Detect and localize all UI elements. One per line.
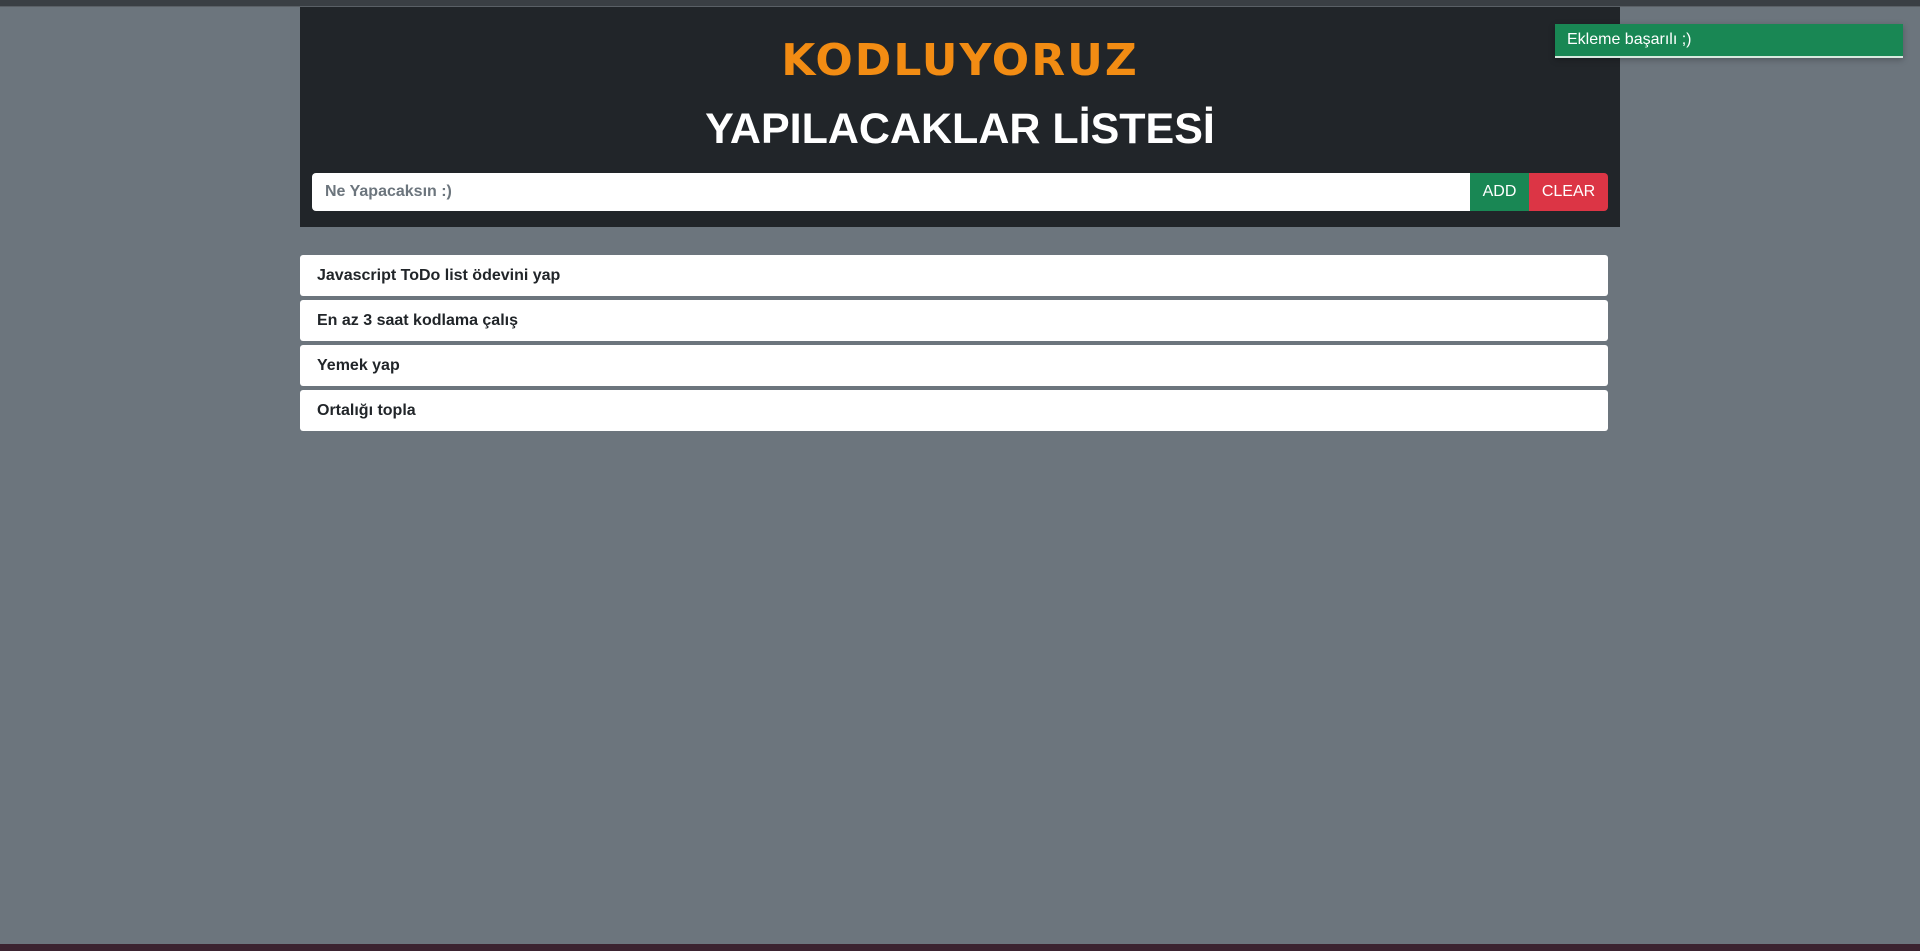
- bottom-strip: [0, 944, 1920, 951]
- task-list: Javascript ToDo list ödevini yap En az 3…: [300, 255, 1608, 435]
- page-title: YAPILACAKLAR LİSTESİ: [705, 105, 1215, 153]
- toast-message: Ekleme başarılı ;): [1567, 31, 1692, 48]
- task-item[interactable]: Ortalığı topla: [300, 390, 1608, 431]
- success-toast[interactable]: Ekleme başarılı ;): [1555, 24, 1903, 58]
- add-task-form: ADD CLEAR: [312, 173, 1608, 211]
- task-item[interactable]: En az 3 saat kodlama çalış: [300, 300, 1608, 341]
- task-item[interactable]: Javascript ToDo list ödevini yap: [300, 255, 1608, 296]
- add-button[interactable]: ADD: [1470, 173, 1529, 211]
- clear-button[interactable]: CLEAR: [1529, 173, 1608, 211]
- kodluyoruz-logo: KODLUYORUZ: [781, 35, 1139, 86]
- task-input[interactable]: [312, 173, 1470, 211]
- header-panel: KODLUYORUZ YAPILACAKLAR LİSTESİ ADD CLEA…: [300, 7, 1620, 227]
- browser-top-strip: [0, 0, 1920, 7]
- task-item[interactable]: Yemek yap: [300, 345, 1608, 386]
